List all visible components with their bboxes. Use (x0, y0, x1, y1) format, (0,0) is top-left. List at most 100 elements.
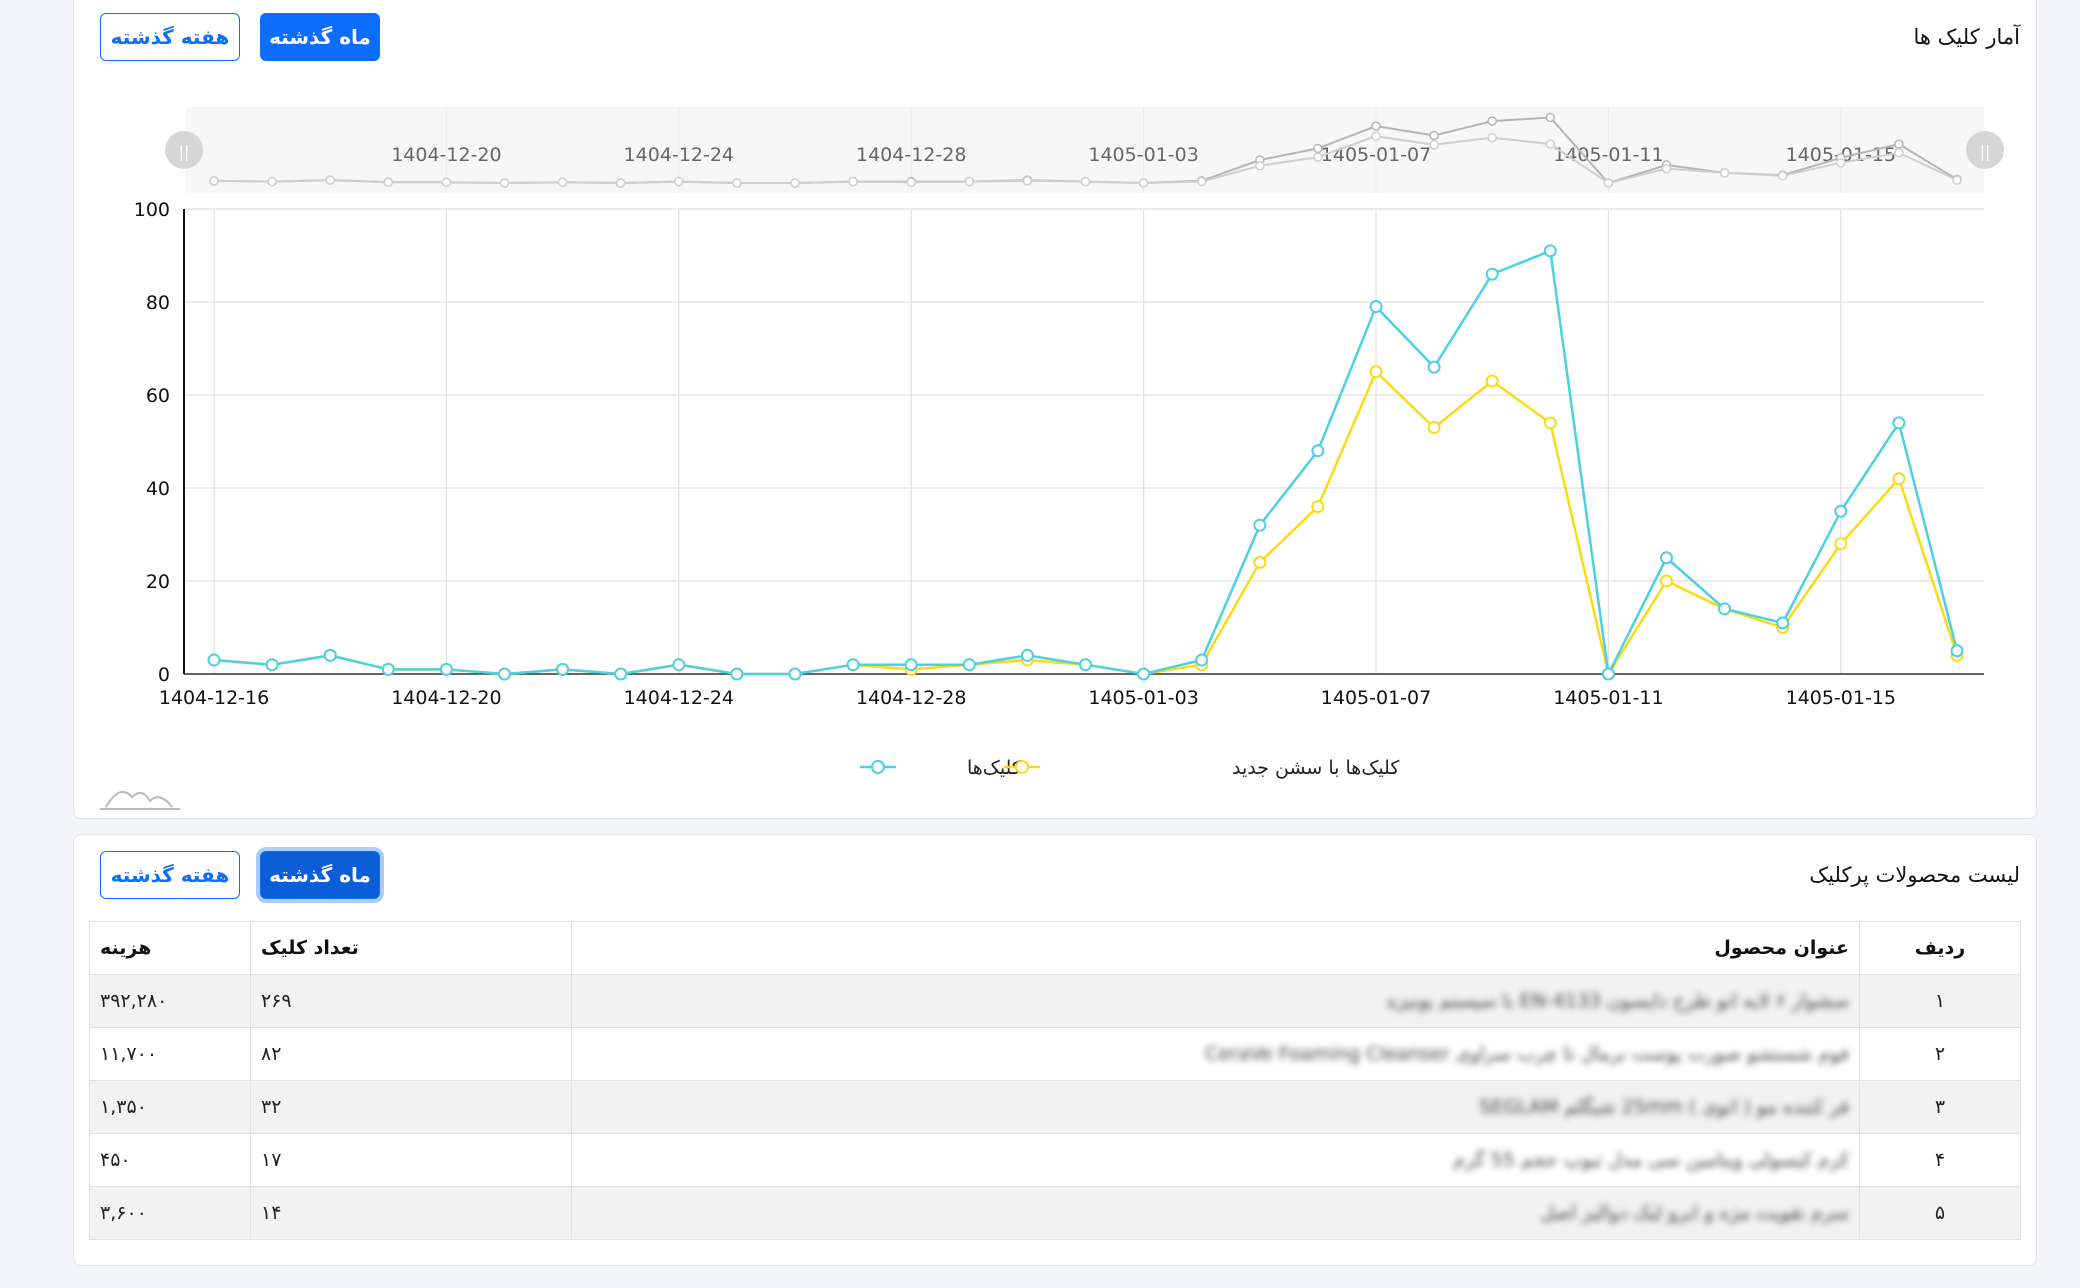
zoom-point-series-0 (1313, 143, 1323, 154)
data-point-series-0[interactable] (904, 658, 918, 672)
zoom-point-series-1 (1719, 168, 1730, 178)
data-point-series-0[interactable] (381, 662, 395, 676)
legend-item-new-session-clicks[interactable]: کلیک‌ها با سشن جدید (1004, 757, 1400, 779)
zoom-point-series-1 (732, 178, 742, 188)
row-click-count: ۱۴ (250, 1186, 572, 1240)
zoom-point-series-1 (1196, 176, 1207, 187)
zoom-point-series-0 (1487, 116, 1497, 126)
data-point-series-0[interactable] (846, 658, 860, 672)
data-point-series-0[interactable] (1660, 551, 1673, 565)
last-month-button[interactable]: ماه گذشته (260, 851, 380, 899)
row-rank: ۵ (1859, 1186, 2021, 1240)
y-tick-label: 0 (158, 664, 170, 686)
row-product-title[interactable]: کرم کیسولی ویتامین سی مدل تیوپ حجم 55 گر… (571, 1133, 1860, 1187)
legend-label-new-session-clicks: کلیک‌ها با سشن جدید (1232, 757, 1400, 779)
data-point-series-0[interactable] (730, 667, 744, 681)
zoom-point-series-1 (1487, 132, 1497, 143)
zoom-point-series-1 (1661, 163, 1672, 174)
data-point-series-1[interactable] (1485, 374, 1499, 388)
zoom-point-series-1 (1603, 178, 1614, 188)
chart-legend: کلیک‌ها کلیک‌ها با سشن جدید (860, 757, 1400, 779)
data-point-series-1[interactable] (1892, 472, 1906, 486)
header-product-title: عنوان محصول (571, 921, 1860, 975)
data-point-series-0[interactable] (1427, 360, 1441, 374)
data-point-series-0[interactable] (672, 658, 686, 672)
data-point-series-0[interactable] (788, 667, 802, 681)
data-point-series-1[interactable] (1543, 416, 1557, 430)
data-point-series-0[interactable] (1253, 518, 1267, 532)
zoom-point-series-0 (1894, 139, 1904, 149)
zoom-tick-label: 1405-01-03 (1088, 144, 1198, 166)
row-cost: ۳۹۲,۲۸۰ (89, 974, 251, 1028)
data-point-series-0[interactable] (1892, 416, 1906, 430)
row-click-count: ۱۷ (250, 1133, 572, 1187)
zoom-point-series-1 (267, 176, 277, 187)
x-tick-label: 1405-01-11 (1553, 687, 1663, 709)
data-point-series-0[interactable] (962, 658, 976, 672)
series-line-0 (213, 249, 1959, 679)
row-cost: ۳,۶۰۰ (89, 1186, 251, 1240)
zoom-point-series-1 (1080, 176, 1091, 187)
zoom-point-series-1 (441, 177, 452, 188)
data-point-series-1[interactable] (1660, 574, 1673, 588)
data-point-series-0[interactable] (1776, 616, 1790, 630)
data-point-series-0[interactable] (207, 653, 221, 667)
data-point-series-1[interactable] (1427, 421, 1441, 435)
data-point-series-1[interactable] (1369, 365, 1383, 379)
data-point-series-0[interactable] (1485, 267, 1499, 281)
x-tick-label: 1405-01-07 (1321, 687, 1431, 709)
data-point-series-0[interactable] (1718, 602, 1732, 616)
data-point-series-0[interactable] (1950, 644, 1964, 658)
data-point-series-1[interactable] (1311, 500, 1325, 514)
last-week-button[interactable]: هفته گذشته (100, 851, 240, 899)
data-point-series-0[interactable] (1543, 244, 1557, 258)
zoom-point-series-1 (383, 177, 394, 188)
data-point-series-1[interactable] (1834, 537, 1848, 551)
row-click-count: ۲۶۹ (250, 974, 572, 1028)
data-point-series-0[interactable] (265, 658, 279, 672)
data-point-series-1[interactable] (1253, 555, 1267, 569)
row-cost: ۱,۳۵۰ (89, 1080, 251, 1134)
zoom-point-series-1 (964, 176, 975, 187)
row-product-title[interactable]: سشوار ۶ لایه انو طرح دایسون EN-4133 با س… (571, 974, 1860, 1028)
zoom-handle-left-grip: || (179, 142, 190, 161)
table-row: ۴ کرم کیسولی ویتامین سی مدل تیوپ حجم 55 … (89, 1133, 2021, 1187)
row-rank: ۳ (1859, 1080, 2021, 1134)
clicks-stats-card: آمار کلیک ها ماه گذشته هفته گذشته 1404-1… (73, 0, 2037, 819)
legend-item-clicks[interactable]: کلیک‌ها (860, 757, 1022, 779)
x-tick-label: 1404-12-28 (856, 687, 966, 709)
data-point-series-0[interactable] (439, 662, 453, 676)
data-point-series-0[interactable] (1137, 667, 1151, 681)
row-rank: ۱ (1859, 974, 2021, 1028)
zoom-point-series-1 (1836, 158, 1846, 168)
data-point-series-0[interactable] (1079, 658, 1092, 672)
y-tick-label: 20 (146, 571, 170, 593)
y-tick-label: 60 (146, 385, 170, 407)
zoom-tick-label: 1404-12-20 (391, 144, 501, 166)
zoom-point-series-1 (1545, 139, 1556, 149)
zoom-tick-label: 1405-01-11 (1553, 144, 1663, 166)
data-point-series-0[interactable] (614, 667, 628, 681)
data-point-series-0[interactable] (1195, 653, 1209, 667)
zoom-point-series-1 (1777, 171, 1788, 181)
header-rank: ردیف (1859, 921, 2021, 975)
data-point-series-0[interactable] (1020, 648, 1034, 662)
data-point-series-0[interactable] (556, 662, 570, 676)
data-point-series-0[interactable] (1601, 667, 1615, 681)
row-cost: ۴۵۰ (89, 1133, 251, 1187)
data-point-series-0[interactable] (498, 667, 511, 681)
data-point-series-0[interactable] (1311, 444, 1325, 458)
clicks-line-chart: 1404-12-20 1404-12-24 1404-12-28 1405-01-03… (100, 107, 2004, 810)
zoom-point-series-1 (1952, 175, 1962, 185)
data-point-series-0[interactable] (1369, 300, 1383, 314)
zoom-point-series-1 (906, 177, 916, 188)
zoom-point-series-1 (1371, 131, 1381, 141)
row-product-title[interactable]: سرم تقویت مژه و ابرو لیک دوالیز اصل (571, 1186, 1860, 1240)
row-product-title[interactable]: فر کننده مو ( اتوی ) 25mm شیگلم SEGLAM (571, 1080, 1860, 1134)
data-point-series-0[interactable] (1834, 504, 1848, 518)
zoom-point-series-1 (1255, 160, 1265, 171)
data-point-series-0[interactable] (323, 648, 337, 662)
top-products-table: ردیف عنوان محصول تعداد کلیک هزینه ۱ سشوا… (89, 921, 2021, 1240)
row-product-title[interactable]: فوم شستشو صورت پوست نرمال تا چرب سراوی C… (571, 1027, 1860, 1081)
x-tick-label: 1404-12-24 (624, 687, 734, 709)
